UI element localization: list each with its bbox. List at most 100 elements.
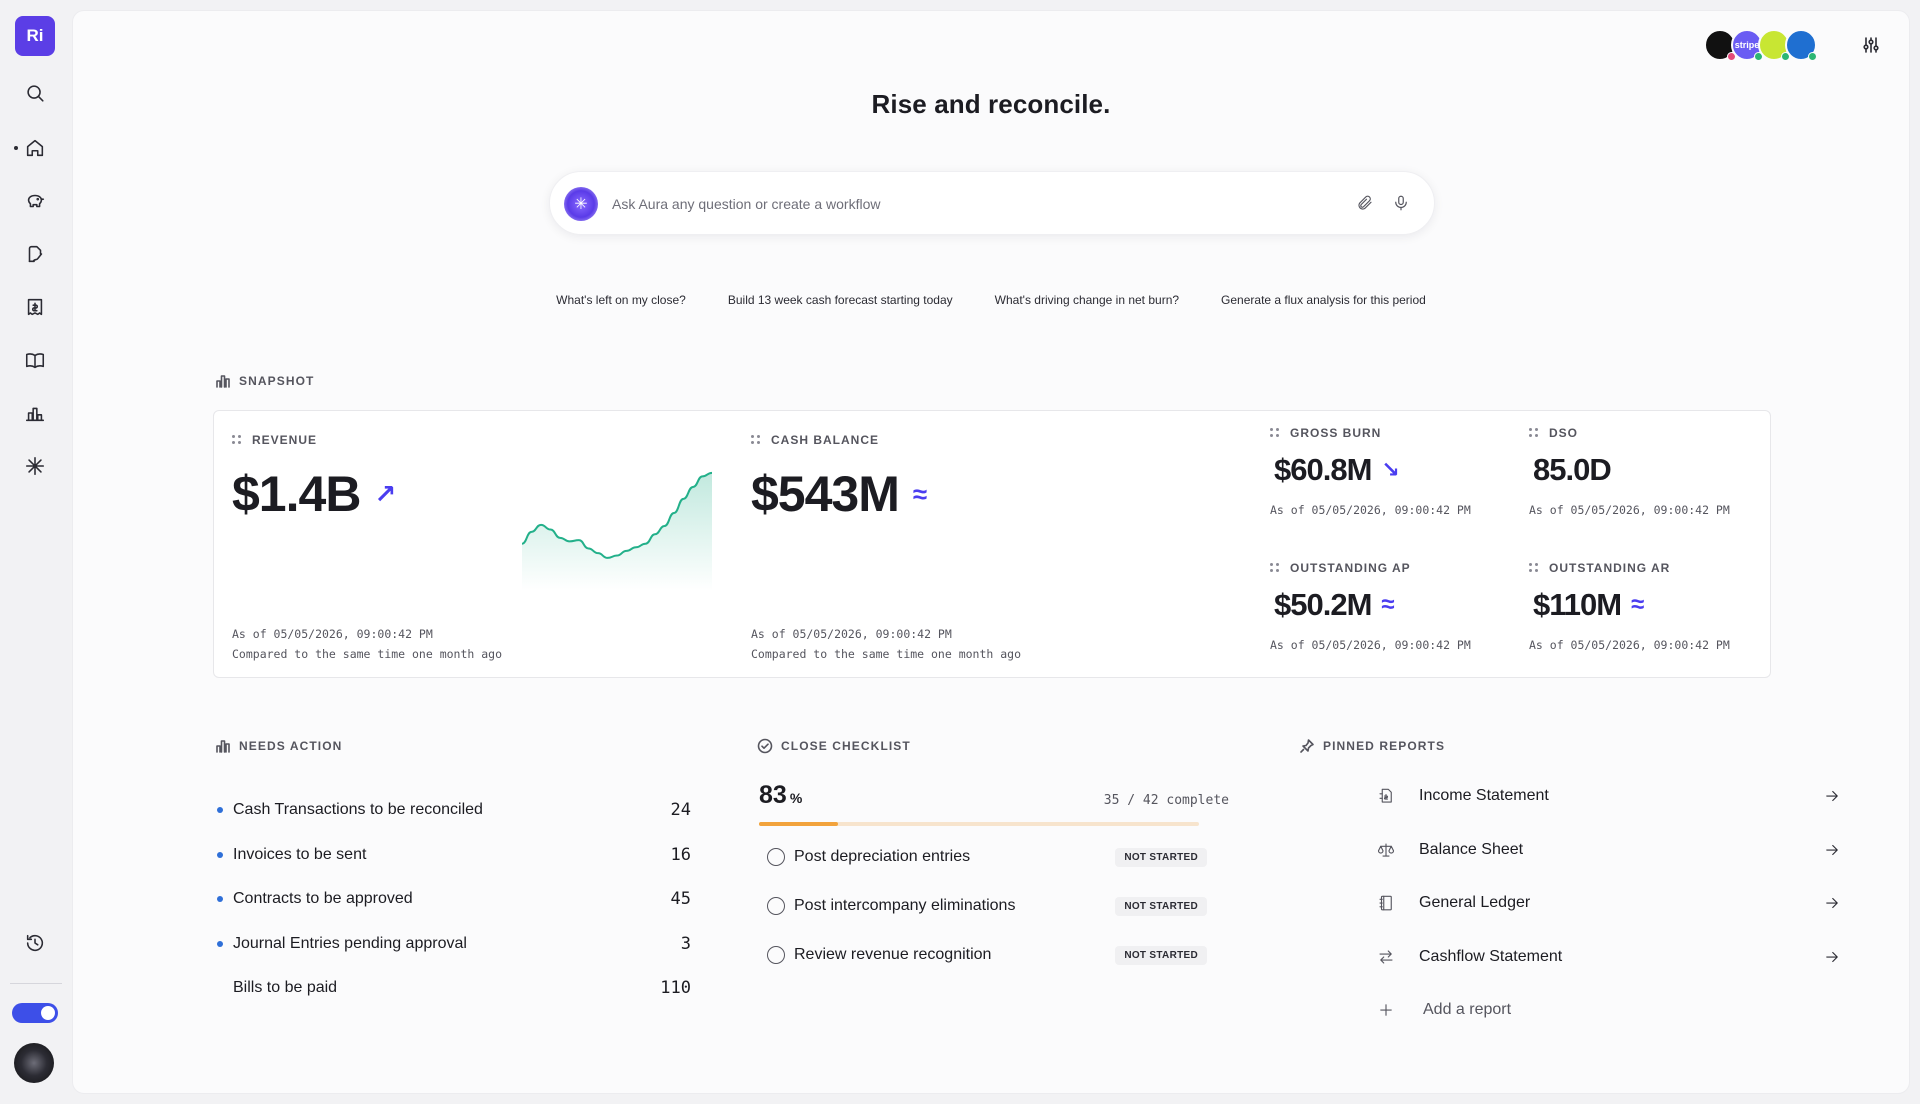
asof-text: As of 05/05/2026, 09:00:42 PM [1529,638,1730,652]
suggestion-chip[interactable]: Build 13 week cash forecast starting tod… [711,285,969,315]
add-report-button[interactable]: Add a report [1369,990,1843,1030]
checklist-task[interactable]: Post depreciation entries NOT STARTED [767,839,1207,875]
file-signature-icon[interactable] [21,240,49,268]
search-icon[interactable] [21,79,49,107]
compare-text: Compared to the same time one month ago [232,647,503,661]
needs-action-label: Contracts to be approved [233,890,413,908]
aura-spark-icon[interactable] [21,452,49,480]
checklist-progress-bar [759,822,1199,826]
needs-action-item[interactable]: Contracts to be approved 45 [213,877,691,922]
metric-label: OUTSTANDING AP [1270,561,1471,575]
page-title: Rise and reconcile. [871,89,1111,119]
needs-action-item[interactable]: Invoices to be sent 16 [213,833,691,878]
report-general-ledger[interactable]: General Ledger [1369,883,1843,923]
report-label: General Ledger [1419,894,1531,911]
metric-outstanding-ap[interactable]: OUTSTANDING AP $50.2M ≈ As of 05/05/2026… [1270,561,1471,655]
task-checkbox[interactable] [767,897,785,915]
asof-text: As of 05/05/2026, 09:00:42 PM [232,627,433,641]
drag-handle-icon[interactable] [1529,563,1539,573]
suggestion-chip[interactable]: What's left on my close? [540,285,702,315]
task-checkbox[interactable] [767,848,785,866]
user-avatar[interactable] [14,1043,54,1083]
needs-action-item[interactable]: Bills to be paid 110 [213,966,691,1011]
complete-count: 35 / 42 complete [1103,793,1229,808]
needs-action-label: Journal Entries pending approval [233,934,467,952]
bar-chart-icon[interactable] [21,399,49,427]
task-label: Post depreciation entries [794,848,971,865]
report-income-statement[interactable]: Income Statement [1369,776,1843,816]
asof-text: As of 05/05/2026, 09:00:42 PM [1270,638,1471,652]
pinned-reports-label: PINNED REPORTS [1323,739,1446,753]
metric-value: 85.0D [1533,452,1730,488]
trend-flat-icon: ≈ [912,478,927,509]
outstanding-ap-label: OUTSTANDING AP [1290,561,1411,575]
drag-handle-icon[interactable] [232,435,242,445]
receipt-icon[interactable] [21,293,49,321]
drag-handle-icon[interactable] [1270,563,1280,573]
book-icon[interactable] [21,346,49,374]
history-icon[interactable] [21,929,49,957]
revenue-label: REVENUE [252,433,318,447]
status-badge: NOT STARTED [1115,847,1207,867]
suggestion-chip[interactable]: Generate a flux analysis for this period [1205,285,1442,315]
metric-outstanding-ar[interactable]: OUTSTANDING AR $110M ≈ As of 05/05/2026,… [1529,561,1730,655]
checklist-task[interactable]: Review revenue recognition NOT STARTED [767,937,1207,973]
metric-value: $50.2M ≈ [1274,587,1471,623]
needs-action-item[interactable]: Cash Transactions to be reconciled 24 [213,788,691,833]
add-report-label: Add a report [1423,1001,1512,1018]
bar-chart-icon [216,740,230,753]
drag-handle-icon[interactable] [751,435,761,445]
attach-icon[interactable] [1356,194,1376,214]
metric-value: $60.8M ↘ [1274,452,1471,488]
needs-action-count: 16 [670,844,691,865]
metric-dso[interactable]: DSO 85.0D As of 05/05/2026, 09:00:42 PM [1529,426,1730,520]
suggestion-chip[interactable]: What's driving change in net burn? [978,285,1196,315]
drag-handle-icon[interactable] [1529,428,1539,438]
microphone-icon[interactable] [1392,194,1412,214]
metric-label: DSO [1529,426,1730,440]
gross-burn-label: GROSS BURN [1290,426,1382,440]
dso-value: 85.0D [1533,452,1612,487]
app-logo[interactable]: Ri [15,16,55,56]
transfer-icon [1377,948,1401,966]
needs-action-label: NEEDS ACTION [239,739,343,753]
sidebar-divider [10,983,62,984]
status-badge: NOT STARTED [1115,896,1207,916]
sliders-icon[interactable] [1861,35,1881,55]
trend-down-icon: ↘ [1381,457,1399,482]
unread-dot [217,940,223,947]
needs-action-label: Bills to be paid [233,979,338,997]
piggy-bank-icon[interactable] [21,187,49,215]
outstanding-ap-value: $50.2M [1274,587,1372,622]
pinned-reports-heading: PINNED REPORTS [1299,738,1445,754]
unread-dot [217,851,223,858]
drag-handle-icon[interactable] [1270,428,1280,438]
unread-dot [217,807,223,814]
integrations-group[interactable]: stripe [1704,29,1817,61]
needs-action-count: 3 [680,933,691,954]
metric-revenue[interactable]: REVENUE $1.4B ↗ [232,433,396,523]
dso-label: DSO [1549,426,1579,440]
home-icon[interactable] [21,134,49,162]
scale-icon [1377,841,1401,859]
report-cashflow-statement[interactable]: Cashflow Statement [1369,937,1843,977]
theme-toggle[interactable] [12,1003,58,1023]
checklist-task[interactable]: Post intercompany eliminations NOT STARTE… [767,888,1207,924]
compare-text: Compared to the same time one month ago [751,647,1022,661]
asof-text: As of 05/05/2026, 09:00:42 PM [1529,503,1730,517]
integration-logo-integration-4[interactable] [1785,29,1817,61]
needs-action-heading: NEEDS ACTION [215,738,342,754]
report-label: Balance Sheet [1419,840,1524,858]
active-indicator [14,146,18,150]
task-checkbox[interactable] [767,946,785,964]
status-dot [1808,52,1817,61]
ask-aura-input[interactable] [612,193,1312,215]
trend-flat-icon: ≈ [1381,591,1394,618]
progress-fill [759,822,839,826]
metric-cash-balance[interactable]: CASH BALANCE $543M ≈ [751,433,927,523]
metric-gross-burn[interactable]: GROSS BURN $60.8M ↘ As of 05/05/2026, 09… [1270,426,1471,520]
report-balance-sheet[interactable]: Balance Sheet [1369,830,1843,870]
income-statement-icon [1377,787,1401,805]
needs-action-item[interactable]: Journal Entries pending approval 3 [213,922,691,967]
metric-label: REVENUE [232,433,395,447]
